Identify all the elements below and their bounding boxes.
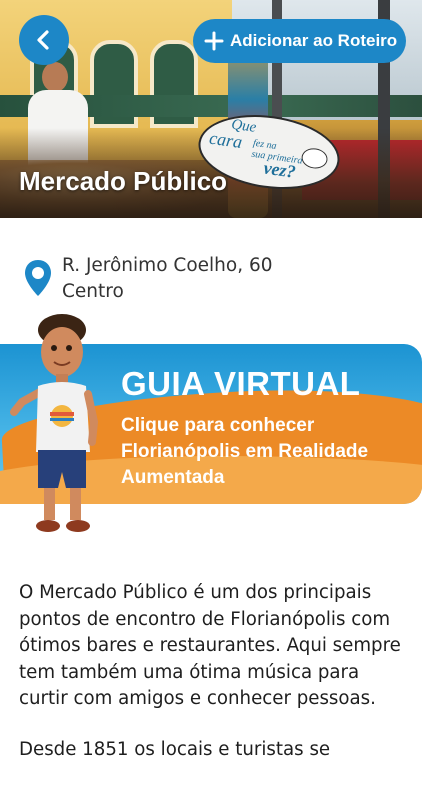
location-pin-icon [25,260,51,296]
address-street: R. Jerônimo Coelho, 60 [62,255,273,276]
place-title: Mercado Público [19,166,228,196]
virtual-guide-character[interactable] [10,312,110,540]
banner-subtitle: Clique para conhecer Florianópolis em Re… [121,415,369,488]
banner-title: GUIA VIRTUAL [121,365,361,402]
address-district: Centro [62,281,124,302]
bubble-logo [300,146,329,171]
back-button[interactable] [19,15,69,65]
add-to-itinerary-button[interactable]: Adicionar ao Roteiro [193,19,406,63]
plus-icon [204,31,224,51]
add-to-itinerary-label: Adicionar ao Roteiro [230,31,398,50]
bubble-text: cara [208,127,244,153]
address-text: R. Jerônimo Coelho, 60 Centro [62,253,273,305]
chevron-left-icon [37,30,49,50]
description-paragraph: O Mercado Público é um dos principais po… [19,582,401,709]
bubble-text: vez? [262,157,297,182]
place-description: O Mercado Público é um dos principais po… [19,580,404,787]
